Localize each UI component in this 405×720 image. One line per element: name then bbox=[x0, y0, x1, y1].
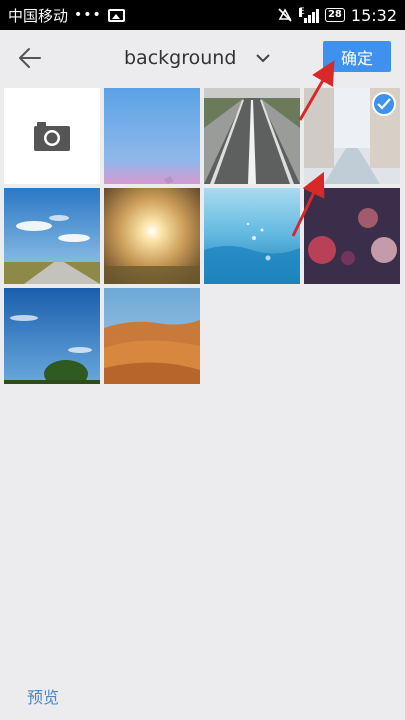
album-selector[interactable]: background bbox=[124, 42, 271, 74]
network-type: E bbox=[298, 6, 305, 17]
photo-tile[interactable] bbox=[204, 88, 300, 184]
photo-thumbnail bbox=[4, 288, 100, 384]
photo-tile[interactable] bbox=[4, 288, 100, 384]
notification-dots: ••• bbox=[74, 7, 102, 23]
photo-thumbnail bbox=[104, 288, 200, 384]
preview-button[interactable]: 预览 bbox=[27, 684, 59, 708]
camera-tile[interactable] bbox=[4, 88, 100, 184]
status-right: E 28 15:32 bbox=[277, 6, 397, 25]
back-arrow-icon bbox=[19, 48, 41, 68]
photo-tile[interactable] bbox=[104, 188, 200, 284]
photo-thumbnail bbox=[204, 188, 300, 284]
back-button[interactable] bbox=[14, 42, 46, 74]
status-bar: 中国移动 ••• E 28 15:32 bbox=[0, 0, 405, 30]
photo-tile-selected[interactable] bbox=[304, 88, 400, 184]
image-notification-icon bbox=[107, 8, 125, 22]
mute-icon bbox=[278, 8, 292, 22]
photo-thumbnail bbox=[304, 188, 400, 284]
photo-tile[interactable] bbox=[304, 188, 400, 284]
photo-tile[interactable] bbox=[104, 88, 200, 184]
photo-thumbnail bbox=[204, 88, 300, 184]
signal-icon: E bbox=[298, 6, 319, 23]
confirm-button[interactable]: 确定 bbox=[323, 41, 391, 72]
album-title: background bbox=[124, 47, 237, 69]
selected-check-icon[interactable] bbox=[372, 92, 396, 116]
chevron-down-icon bbox=[256, 53, 271, 62]
top-bar: background 确定 bbox=[0, 30, 405, 85]
carrier-label: 中国移动 bbox=[8, 6, 69, 25]
status-left: 中国移动 ••• bbox=[8, 5, 125, 26]
photo-tile[interactable] bbox=[104, 288, 200, 384]
photo-tile[interactable] bbox=[204, 188, 300, 284]
photo-thumbnail bbox=[4, 188, 100, 284]
photo-thumbnail bbox=[104, 88, 200, 184]
camera-icon bbox=[34, 122, 70, 151]
photo-tile[interactable] bbox=[4, 188, 100, 284]
photo-thumbnail bbox=[104, 188, 200, 284]
battery-icon: 28 bbox=[324, 8, 345, 22]
clock: 15:32 bbox=[350, 5, 397, 25]
